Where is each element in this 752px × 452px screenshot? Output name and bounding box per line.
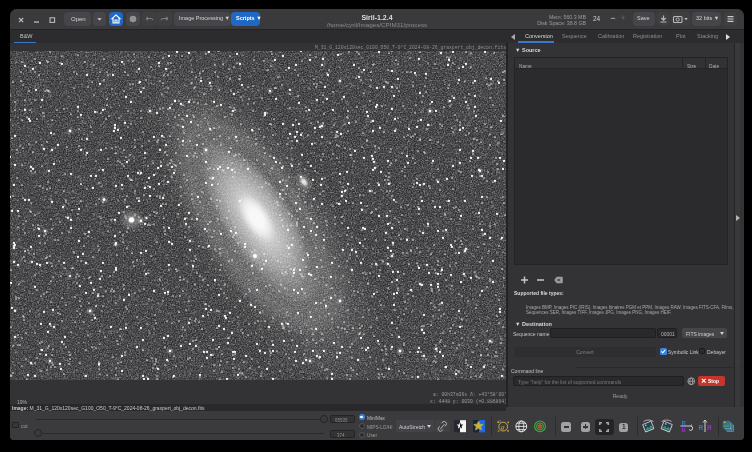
svg-text:R: R — [699, 424, 704, 431]
svg-text:R: R — [707, 424, 712, 431]
svg-text:B: B — [682, 427, 687, 433]
svg-text:g: g — [501, 423, 505, 431]
svg-text:R: R — [682, 420, 687, 426]
